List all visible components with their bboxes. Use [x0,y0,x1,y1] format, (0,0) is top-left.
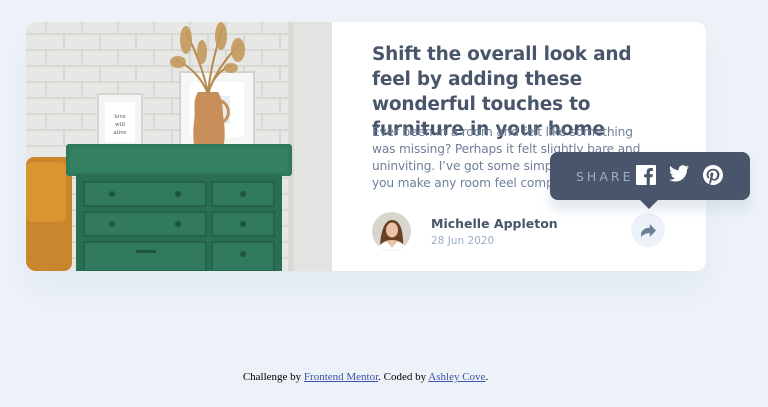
attribution-prefix: Challenge by [242,371,304,383]
pinterest-icon[interactable] [703,165,725,187]
post-date: 28 Jun 2020 [431,235,495,247]
frontend-mentor-link[interactable]: Frontend Mentor [304,371,378,383]
author-name: Michelle Appleton [431,216,558,231]
svg-text:alive: alive [113,130,126,136]
attribution: Challenge by Frontend Mentor. Coded by A… [0,371,731,383]
author-info: Michelle Appleton 28 Jun 2020 [372,212,672,252]
share-button[interactable] [631,213,665,247]
article-content: Shift the overall look and feel by addin… [372,22,672,271]
svg-text:love: love [114,114,125,120]
share-popup: SHARE [550,152,750,209]
author-link[interactable]: Ashley Cove [428,371,485,383]
facebook-icon[interactable] [636,165,658,187]
share-label: SHARE [576,169,634,184]
twitter-icon[interactable] [669,165,691,187]
article-image: love will alive [26,22,332,271]
svg-text:will: will [115,122,125,128]
attribution-middle: . Coded by [378,371,429,383]
article-card: love will alive Shift the overall look a… [26,22,706,271]
avatar [372,212,411,251]
attribution-suffix: . [485,371,489,383]
